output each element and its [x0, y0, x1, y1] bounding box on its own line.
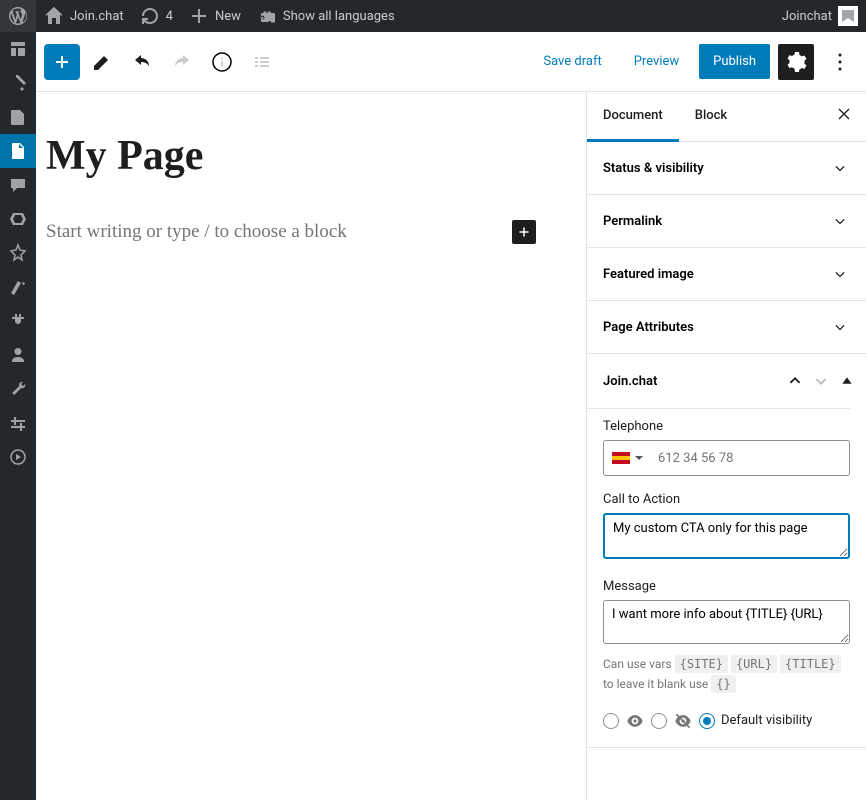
admin-bar: Join.chat 4 New Show all languages Joinc… — [0, 0, 866, 32]
chevron-down-icon — [830, 211, 850, 231]
undo-icon — [130, 50, 154, 74]
page-title[interactable]: My Page — [46, 132, 536, 180]
sidebar-comments[interactable] — [0, 168, 36, 202]
wp-logo[interactable] — [0, 0, 36, 32]
plus-icon — [515, 223, 533, 241]
panel-featured-image[interactable]: Featured image — [587, 248, 866, 300]
redo-button[interactable] — [164, 44, 200, 80]
publish-button[interactable]: Publish — [699, 44, 770, 79]
sidebar-appearance[interactable] — [0, 270, 36, 304]
inspector-sidebar: Document Block Status & visibility Perma… — [586, 92, 866, 800]
redo-icon — [170, 50, 194, 74]
updates-count: 4 — [166, 9, 173, 24]
panel-status[interactable]: Status & visibility — [587, 142, 866, 194]
spain-flag-icon — [612, 452, 630, 464]
sidebar-pages[interactable] — [0, 134, 36, 168]
pencil-icon — [90, 50, 114, 74]
edit-mode-button[interactable] — [84, 44, 120, 80]
message-label: Message — [603, 579, 850, 594]
tab-block[interactable]: Block — [679, 92, 743, 141]
cta-label: Call to Action — [603, 492, 850, 507]
tab-document[interactable]: Document — [587, 92, 679, 142]
settings-toggle-button[interactable] — [778, 44, 814, 80]
new-label: New — [215, 9, 241, 24]
country-selector[interactable] — [604, 452, 652, 464]
chevron-down-icon — [830, 158, 850, 178]
gear-icon — [784, 50, 808, 74]
block-placeholder[interactable]: Start writing or type / to choose a bloc… — [46, 221, 512, 243]
editor-canvas[interactable]: My Page Start writing or type / to choos… — [36, 92, 586, 800]
info-button[interactable] — [204, 44, 240, 80]
chevron-up-icon[interactable] — [784, 370, 806, 392]
editor: Save draft Preview Publish My Page Start… — [36, 32, 866, 800]
site-link[interactable]: Join.chat — [36, 0, 132, 32]
admin-sidebar — [0, 32, 36, 800]
list-icon — [250, 50, 274, 74]
telephone-label: Telephone — [603, 419, 850, 434]
sidebar-users[interactable] — [0, 338, 36, 372]
add-block-button[interactable] — [44, 44, 80, 80]
sidebar-item-2[interactable] — [0, 236, 36, 270]
close-icon — [834, 104, 854, 124]
visibility-hide-radio[interactable] — [651, 713, 667, 729]
phone-input[interactable] — [652, 451, 849, 466]
sidebar-dashboard[interactable] — [0, 32, 36, 66]
eye-icon[interactable] — [625, 711, 645, 731]
refresh-icon — [140, 6, 160, 26]
plus-icon — [50, 50, 74, 74]
save-draft-button[interactable]: Save draft — [531, 46, 613, 77]
new-link[interactable]: New — [181, 0, 249, 32]
phone-input-wrapper — [603, 440, 850, 476]
editor-header: Save draft Preview Publish — [36, 32, 866, 92]
sidebar-item-3[interactable] — [0, 440, 36, 474]
info-icon — [210, 50, 234, 74]
sidebar-media[interactable] — [0, 100, 36, 134]
languages-label: Show all languages — [283, 9, 395, 24]
preview-button[interactable]: Preview — [622, 46, 691, 77]
more-options-button[interactable] — [822, 44, 858, 80]
avatar — [838, 6, 858, 26]
chevron-down-icon[interactable] — [810, 370, 832, 392]
sidebar-plugins[interactable] — [0, 304, 36, 338]
inline-add-block-button[interactable] — [512, 220, 536, 244]
visibility-show-radio[interactable] — [603, 713, 619, 729]
languages-link[interactable]: Show all languages — [249, 0, 403, 32]
visibility-default-radio[interactable] — [699, 713, 715, 729]
visibility-default-label: Default visibility — [721, 713, 812, 728]
chevron-down-icon — [830, 264, 850, 284]
sidebar-settings[interactable] — [0, 406, 36, 440]
sidebar-tools[interactable] — [0, 372, 36, 406]
help-text: Can use vars {SITE} {URL} {TITLE} to lea… — [603, 654, 850, 695]
kebab-icon — [828, 50, 852, 74]
updates-link[interactable]: 4 — [132, 0, 181, 32]
panel-permalink[interactable]: Permalink — [587, 195, 866, 247]
user-link[interactable]: Joinchat — [774, 0, 866, 32]
panel-page-attributes[interactable]: Page Attributes — [587, 301, 866, 353]
close-inspector-button[interactable] — [822, 92, 866, 141]
outline-button[interactable] — [244, 44, 280, 80]
translate-icon — [257, 6, 277, 26]
undo-button[interactable] — [124, 44, 160, 80]
site-name: Join.chat — [70, 9, 124, 24]
eye-off-icon[interactable] — [673, 711, 693, 731]
message-textarea[interactable] — [603, 600, 850, 644]
caret-down-icon — [634, 453, 644, 463]
panel-joinchat[interactable]: Join.chat — [587, 354, 866, 408]
cta-textarea[interactable] — [603, 513, 850, 559]
plus-icon — [189, 6, 209, 26]
triangle-up-icon[interactable] — [836, 370, 858, 392]
sidebar-item-1[interactable] — [0, 202, 36, 236]
chevron-down-icon — [830, 317, 850, 337]
home-icon — [44, 6, 64, 26]
sidebar-posts[interactable] — [0, 66, 36, 100]
user-greeting: Joinchat — [782, 9, 832, 24]
